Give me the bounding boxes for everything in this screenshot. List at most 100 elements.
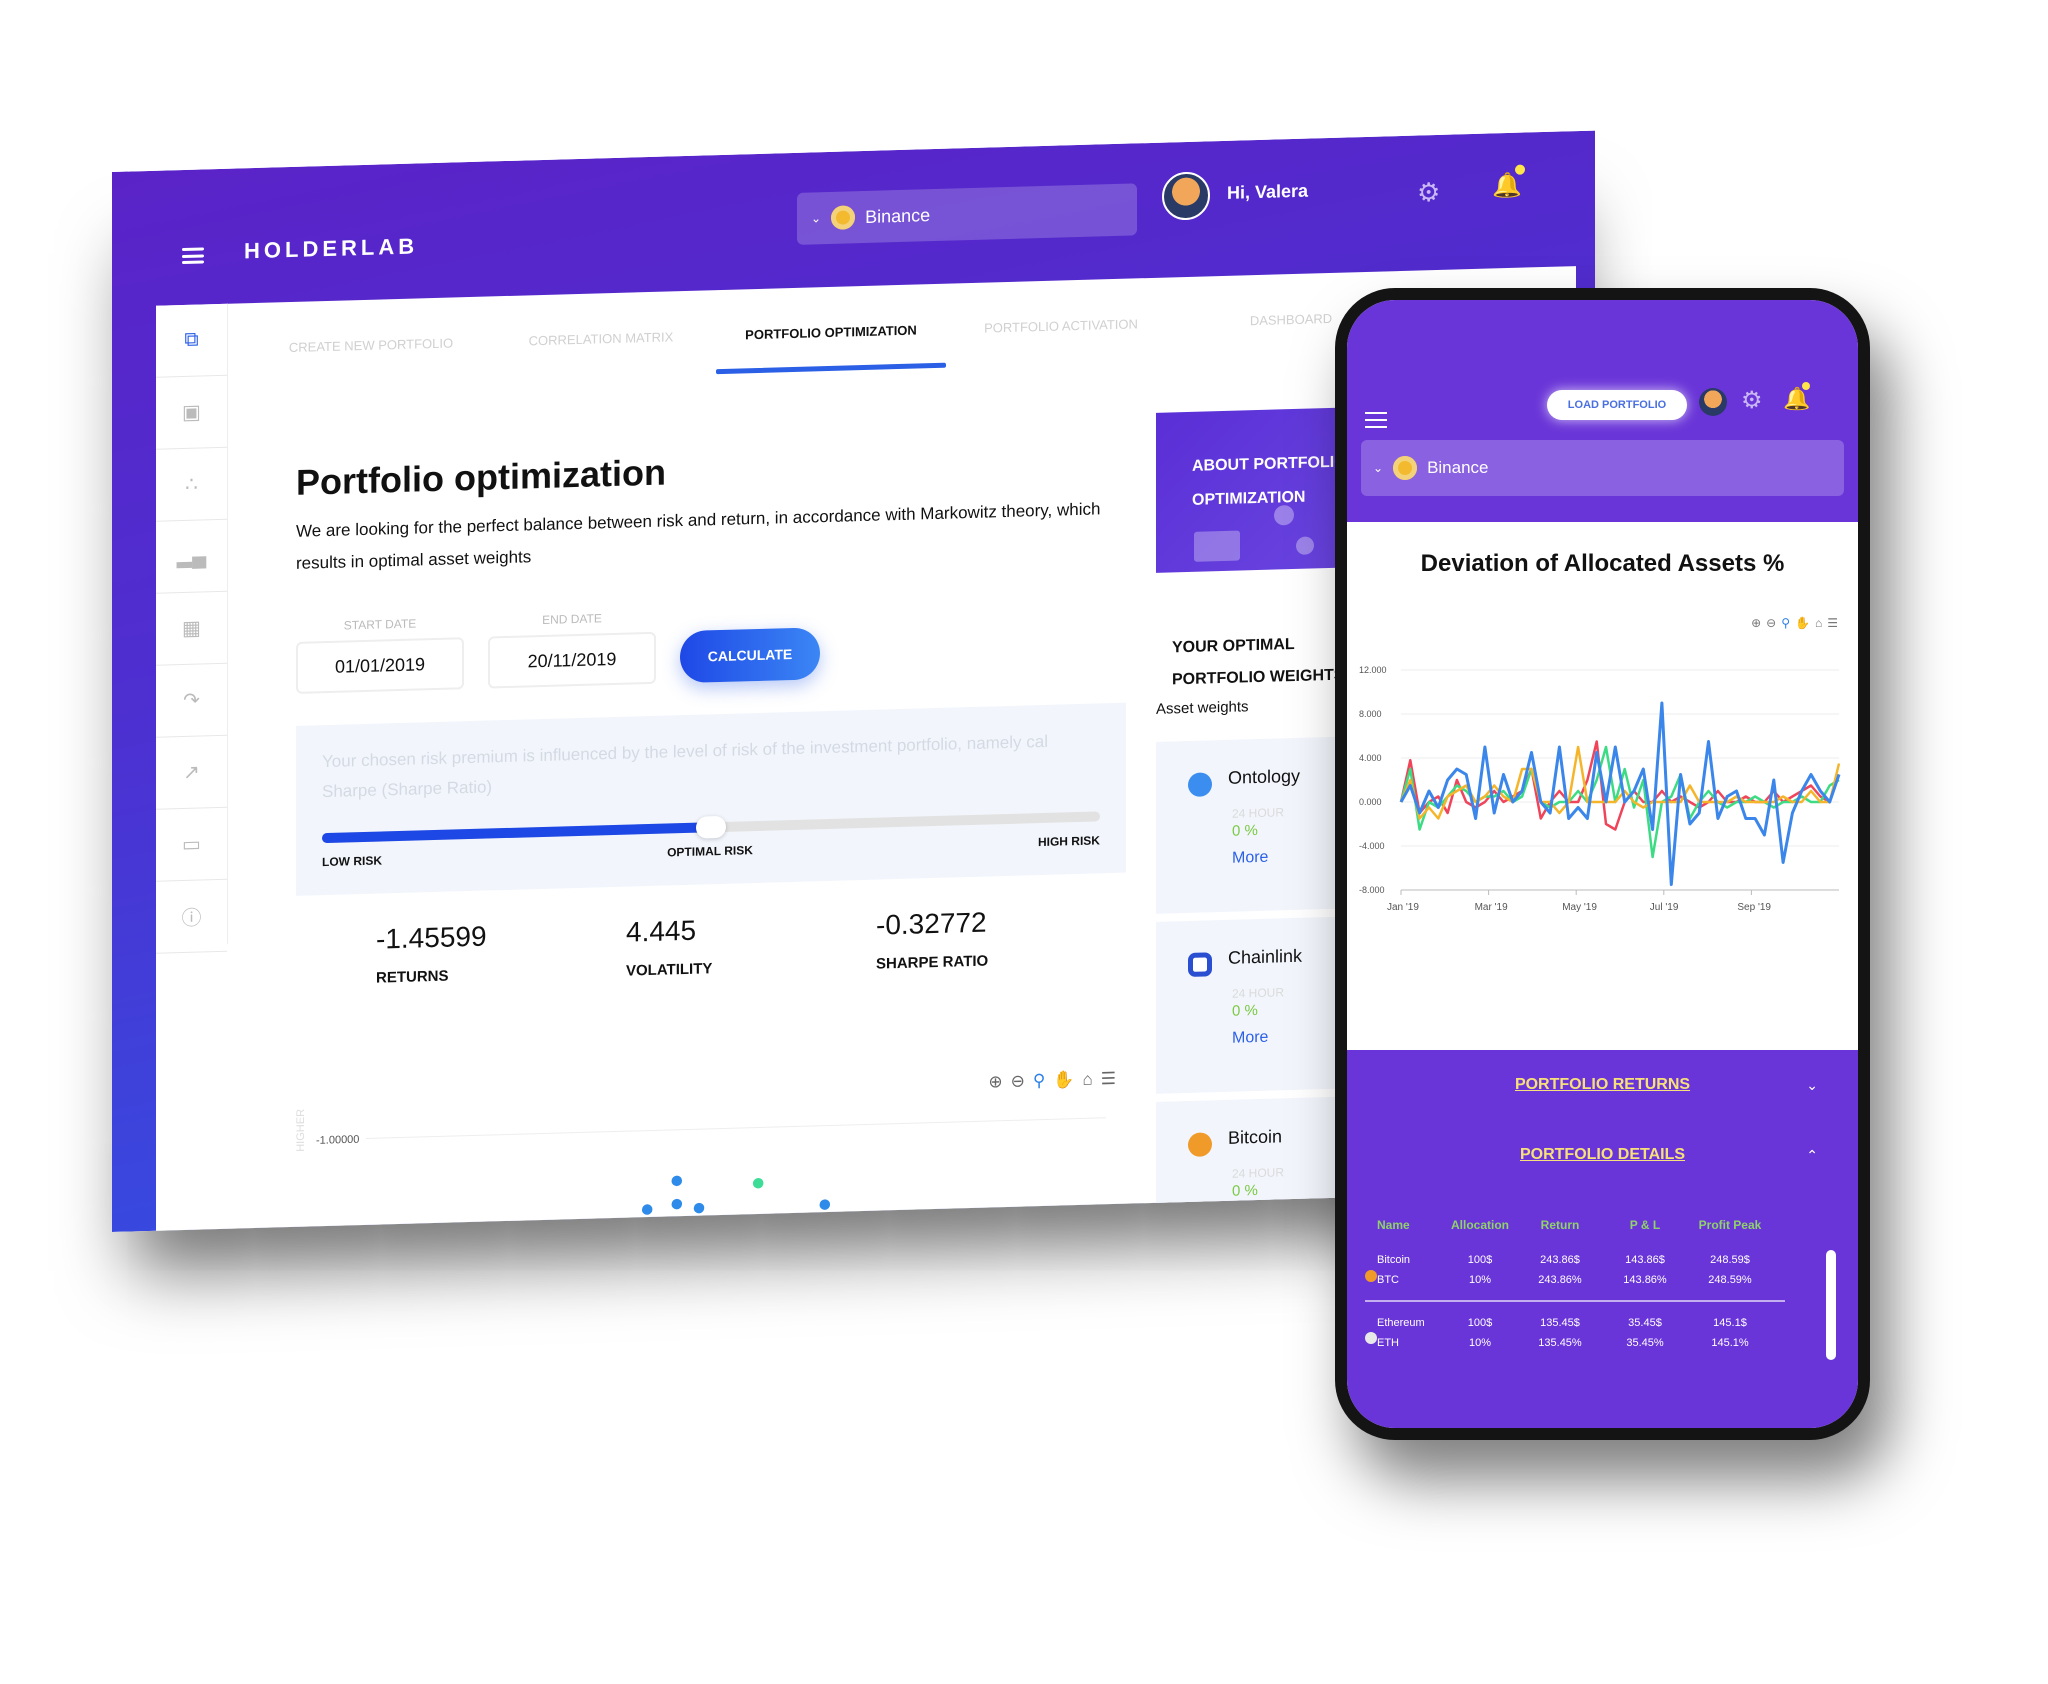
volatility-value: 4.445: [626, 914, 697, 948]
asset-card-chainlink: Chainlink 24 HOUR 0 % More: [1156, 916, 1356, 1094]
y-axis-label: HIGHER: [296, 1109, 307, 1152]
menu-icon[interactable]: ☰: [1827, 616, 1838, 630]
grid-icon: ▦: [182, 617, 201, 641]
risk-slider-thumb[interactable]: [696, 815, 726, 839]
name-cell: Bitcoin BTC: [1365, 1250, 1445, 1290]
start-date-input[interactable]: [296, 637, 464, 694]
avatar[interactable]: [1162, 171, 1210, 221]
main-section: Portfolio optimization We are looking fo…: [296, 399, 1126, 989]
weights-subtitle: Asset weights: [1156, 698, 1249, 718]
load-portfolio-button[interactable]: LOAD PORTFOLIO: [1547, 390, 1687, 420]
date-range: START DATE END DATE CALCULATE: [296, 597, 1126, 694]
card-icon: ▭: [182, 833, 201, 857]
home-icon[interactable]: ⌂: [1815, 616, 1822, 630]
allocation-pct: 10%: [1468, 1337, 1492, 1349]
sidebar-item-scatter[interactable]: ∴: [156, 447, 227, 522]
selection-zoom-icon[interactable]: ⚲: [1033, 1071, 1045, 1091]
x-tick-label: May '19: [1562, 902, 1597, 913]
name-cell: Ethereum ETH: [1365, 1313, 1445, 1353]
bell-icon[interactable]: 🔔: [1492, 171, 1522, 201]
col-profit-peak: Profit Peak: [1698, 1218, 1762, 1232]
sidebar-item-clipboard[interactable]: ▣: [156, 375, 227, 450]
allocation-usd: 100$: [1467, 1317, 1493, 1329]
tab-create-new-portfolio[interactable]: CREATE NEW PORTFOLIO: [256, 317, 486, 393]
sidebar-item-trend[interactable]: ↗: [156, 735, 227, 810]
circle-illustration-icon: [1274, 504, 1294, 526]
new-portfolio-icon: ⧉: [184, 328, 199, 351]
phone-screen: LOAD PORTFOLIO ⚙ 🔔 ⌄ Binance Deviation o…: [1347, 300, 1858, 1428]
exchange-select[interactable]: ⌄ Binance: [797, 183, 1137, 245]
tab-portfolio-activation[interactable]: PORTFOLIO ACTIVATION: [946, 297, 1176, 373]
col-pl: P & L: [1629, 1218, 1661, 1232]
menu-icon[interactable]: [182, 247, 204, 265]
x-tick-label: Jul '19: [1650, 902, 1679, 913]
pl-cell: 35.45$ 35.45%: [1605, 1313, 1685, 1353]
scatter-point: [670, 1197, 684, 1211]
zoom-in-icon[interactable]: ⊕: [1751, 616, 1761, 630]
zoom-in-icon[interactable]: ⊕: [988, 1072, 1002, 1092]
selection-zoom-icon[interactable]: ⚲: [1781, 616, 1790, 630]
x-tick-label: Jan '19: [1387, 902, 1419, 913]
zoom-out-icon[interactable]: ⊖: [1011, 1072, 1025, 1092]
start-date-group: START DATE: [296, 615, 464, 694]
circle-illustration-icon: [1296, 536, 1314, 555]
binance-icon: [1393, 456, 1418, 480]
menu-icon[interactable]: [1365, 412, 1387, 428]
chainlink-icon: [1188, 952, 1212, 977]
accordion-title: PORTFOLIO RETURNS: [1514, 1076, 1691, 1093]
trend-icon: ↗: [183, 761, 200, 785]
sidebar-item-help[interactable]: ⓘ: [156, 879, 227, 954]
chevron-down-icon: ⌄: [1806, 1076, 1818, 1093]
zoom-out-icon[interactable]: ⊖: [1766, 616, 1776, 630]
y-tick-label: 8.000: [1359, 709, 1382, 719]
bar-chart-icon: ▂▄: [176, 545, 207, 569]
tab-correlation-matrix[interactable]: CORRELATION MATRIX: [486, 310, 716, 386]
scatter-point: [818, 1197, 832, 1212]
peak-cell: 145.1$ 145.1%: [1685, 1313, 1775, 1353]
sidebar-item-gauge[interactable]: ↷: [156, 663, 227, 738]
chevron-down-icon: ⌄: [1373, 461, 1384, 475]
grid-line: [366, 1210, 1106, 1232]
peak-usd: 145.1$: [1713, 1317, 1747, 1329]
allocation-cell: 100$ 10%: [1445, 1250, 1515, 1290]
gauge-icon: ↷: [183, 689, 200, 713]
home-icon[interactable]: ⌂: [1082, 1070, 1092, 1090]
about-optimization-card[interactable]: ABOUT PORTFOLIO OPTIMIZATION: [1156, 407, 1356, 573]
ontology-icon: [1188, 772, 1212, 797]
binance-icon: [831, 205, 856, 230]
returns-label: RETURNS: [376, 967, 449, 987]
help-icon: ⓘ: [181, 907, 202, 931]
gear-icon[interactable]: ⚙: [1741, 386, 1763, 415]
pan-icon[interactable]: ✋: [1795, 616, 1810, 630]
high-risk-label: HIGH RISK: [1037, 833, 1100, 850]
table-header: Name Allocation Return P & L Profit Peak: [1365, 1210, 1785, 1240]
notification-dot: [1802, 382, 1810, 390]
sharpe-value: -0.32772: [876, 906, 987, 941]
sidebar-item-card[interactable]: ▭: [156, 807, 227, 882]
tab-portfolio-optimization[interactable]: PORTFOLIO OPTIMIZATION: [716, 304, 946, 380]
exchange-select[interactable]: ⌄ Binance: [1361, 440, 1844, 496]
peak-pct: 248.59%: [1708, 1274, 1752, 1286]
end-date-label: END DATE: [542, 611, 602, 627]
risk-slider-fill: [322, 822, 711, 844]
calculate-button[interactable]: CALCULATE: [680, 627, 820, 684]
avatar[interactable]: [1699, 388, 1727, 416]
grid-line: [366, 1117, 1106, 1139]
y-tick-label: -8.000: [1359, 885, 1385, 895]
coin-ticker: ETH: [1377, 1337, 1399, 1349]
end-date-input[interactable]: [488, 631, 656, 689]
portfolio-details-table: Name Allocation Return P & L Profit Peak…: [1365, 1210, 1785, 1364]
sidebar-item-grid[interactable]: ▦: [156, 591, 227, 666]
sidebar-item-new-portfolio[interactable]: ⧉: [156, 303, 227, 378]
accordion-portfolio-details[interactable]: PORTFOLIO DETAILS ⌃: [1347, 1120, 1858, 1190]
sidebar-item-bar-chart[interactable]: ▂▄: [156, 519, 227, 594]
pan-icon[interactable]: ✋: [1053, 1070, 1074, 1091]
gear-icon[interactable]: ⚙: [1417, 177, 1440, 209]
return-cell: 135.45$ 135.45%: [1515, 1313, 1605, 1353]
menu-icon[interactable]: ☰: [1101, 1069, 1116, 1089]
table-row: Bitcoin BTC 100$ 10% 243.86$ 243.86% 143.86…: [1365, 1240, 1785, 1302]
table-scrollbar[interactable]: [1826, 1250, 1836, 1360]
accordion-portfolio-returns[interactable]: PORTFOLIO RETURNS ⌄: [1347, 1050, 1858, 1120]
scatter-plot: HIGHER-1.00000-2.00000-3.00000: [295, 1109, 1106, 1233]
sharpe-label: SHARPE RATIO: [876, 952, 989, 973]
